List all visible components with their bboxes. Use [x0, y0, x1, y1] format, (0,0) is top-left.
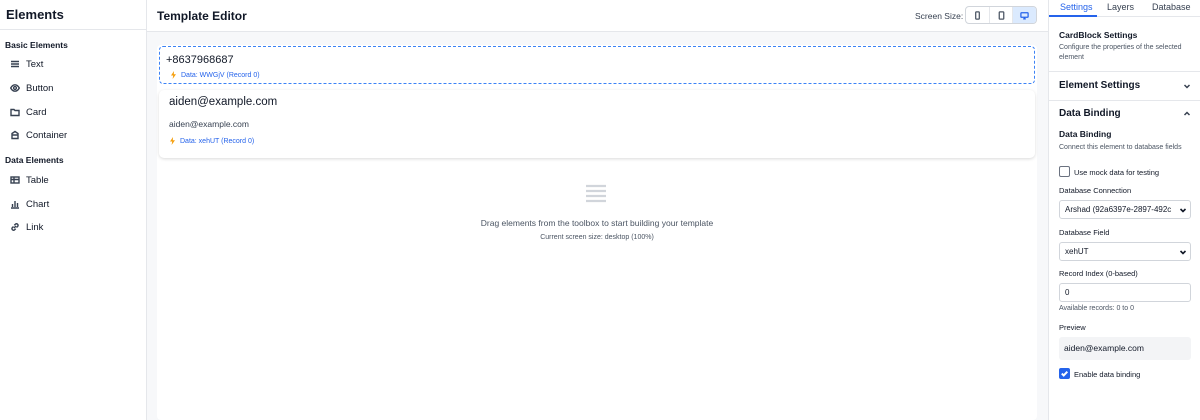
text-lines-icon: [11, 60, 19, 68]
empty-state-text: Drag elements from the toolbox to start …: [480, 218, 714, 228]
drag-handle-icon: [586, 184, 606, 203]
selected-text-block[interactable]: +8637968687 Data: WWGjV (Record 0): [159, 46, 1035, 84]
current-screen-size: Current screen size: desktop (100%): [540, 234, 654, 241]
element-label: Card: [26, 106, 47, 118]
binding-text: Data: xehUT (Record 0): [180, 137, 255, 145]
element-table[interactable]: Table: [10, 173, 49, 187]
table-icon: [10, 176, 20, 184]
record-index-input[interactable]: 0: [1059, 283, 1191, 302]
element-card[interactable]: Card: [10, 105, 47, 119]
select-value: Arshad (92a6397e-2897-492c: [1065, 205, 1172, 214]
card-title: aiden@example.com: [169, 96, 278, 108]
desktop-size-button[interactable]: [1013, 7, 1036, 23]
element-link[interactable]: Link: [10, 220, 43, 234]
enable-binding-label: Enable data binding: [1074, 370, 1141, 379]
select-value: xehUT: [1065, 247, 1089, 256]
data-binding-accordion[interactable]: Data Binding: [1059, 108, 1191, 119]
chevron-down-icon: [1179, 206, 1187, 214]
bar-chart-icon: [11, 201, 19, 209]
element-label: Text: [26, 58, 44, 70]
eye-icon: [10, 84, 20, 92]
divider: [1049, 71, 1200, 72]
element-text[interactable]: Text: [10, 57, 43, 71]
binding-text: Data: WWGjV (Record 0): [181, 71, 260, 79]
basic-elements-title: Basic Elements: [5, 40, 68, 50]
data-binding-tag: Data: xehUT (Record 0): [169, 137, 254, 145]
mock-data-checkbox[interactable]: [1059, 166, 1070, 177]
page-title: Template Editor: [157, 9, 247, 23]
folder-icon: [10, 108, 20, 117]
db-connection-select[interactable]: Arshad (92a6397e-2897-492c: [1059, 200, 1191, 219]
data-binding-subheading: Data Binding: [1059, 129, 1112, 139]
screen-size-toggle: [965, 6, 1037, 24]
db-connection-label: Database Connection: [1059, 186, 1132, 195]
lightning-icon: [171, 71, 176, 79]
data-binding-tag: Data: WWGjV (Record 0): [170, 71, 260, 79]
chevron-down-icon: [1179, 248, 1187, 256]
chevron-up-icon: [1183, 110, 1191, 116]
properties-panel: Settings Layers Database CardBlock Setti…: [1048, 0, 1200, 420]
tab-settings[interactable]: Settings: [1060, 2, 1093, 12]
panel-tabs: Settings Layers Database: [1049, 0, 1200, 17]
template-canvas[interactable]: +8637968687 Data: WWGjV (Record 0) aiden…: [157, 45, 1037, 420]
available-records: Available records: 0 to 0: [1059, 305, 1134, 312]
accordion-title: Data Binding: [1059, 108, 1121, 119]
element-label: Table: [26, 174, 49, 186]
data-binding-description: Connect this element to database fields: [1059, 144, 1182, 151]
block-value: +8637968687: [166, 54, 234, 66]
elements-sidebar: Elements Basic Elements Text Button Card…: [0, 0, 147, 420]
sidebar-title: Elements: [0, 0, 146, 30]
link-icon: [11, 223, 19, 231]
lightning-icon: [170, 137, 175, 145]
tab-layers[interactable]: Layers: [1107, 2, 1134, 12]
screen-size-label: Screen Size:: [915, 11, 964, 21]
element-container[interactable]: Container: [10, 128, 67, 142]
tablet-icon: [998, 10, 1004, 20]
record-index-label: Record Index (0-based): [1059, 269, 1138, 278]
settings-heading: CardBlock Settings: [1059, 30, 1138, 40]
accordion-title: Element Settings: [1059, 80, 1141, 91]
check-icon: [1061, 371, 1069, 377]
monitor-icon: [1020, 11, 1029, 20]
phone-icon: [974, 10, 980, 20]
enable-binding-checkbox[interactable]: [1059, 368, 1070, 379]
card-block[interactable]: aiden@example.com aiden@example.com Data…: [159, 90, 1035, 158]
divider: [1049, 100, 1200, 101]
element-button[interactable]: Button: [10, 81, 53, 95]
element-label: Button: [26, 82, 54, 94]
active-tab-indicator: [1049, 15, 1097, 17]
element-settings-accordion[interactable]: Element Settings: [1059, 80, 1191, 91]
chevron-down-icon: [1183, 83, 1191, 89]
box-icon: [11, 130, 19, 140]
input-value: 0: [1065, 288, 1070, 297]
tablet-size-button[interactable]: [990, 7, 1014, 23]
template-editor: Template Editor Screen Size: +8637968687…: [147, 0, 1048, 420]
db-field-select[interactable]: xehUT: [1059, 242, 1191, 261]
db-field-label: Database Field: [1059, 228, 1110, 237]
card-subtitle: aiden@example.com: [169, 119, 249, 129]
preview-label: Preview: [1059, 323, 1086, 332]
editor-toolbar: Template Editor Screen Size:: [147, 0, 1048, 32]
tab-database[interactable]: Database: [1152, 2, 1191, 12]
data-elements-title: Data Elements: [5, 155, 64, 165]
element-chart[interactable]: Chart: [10, 197, 49, 211]
mobile-size-button[interactable]: [966, 7, 990, 23]
preview-box: aiden@example.com: [1059, 337, 1191, 360]
element-label: Container: [26, 129, 68, 141]
settings-description: Configure the properties of the selected…: [1059, 44, 1182, 61]
preview-value: aiden@example.com: [1064, 343, 1144, 353]
element-label: Link: [26, 221, 44, 233]
mock-data-label: Use mock data for testing: [1074, 168, 1160, 177]
element-label: Chart: [26, 198, 50, 210]
